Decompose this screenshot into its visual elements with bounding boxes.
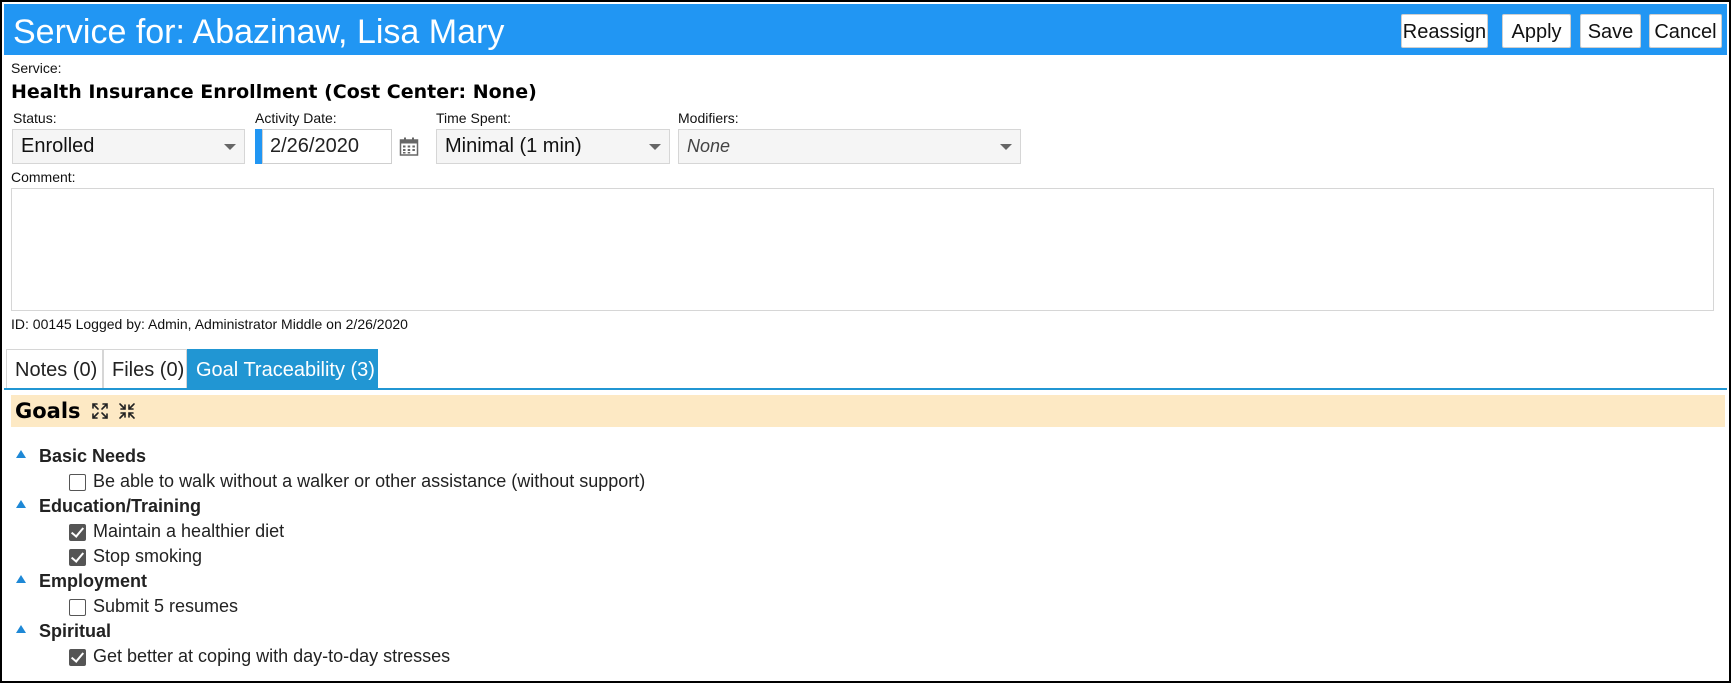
tab-underline: [4, 388, 1727, 390]
service-label: Service:: [11, 60, 62, 76]
status-value: Enrolled: [21, 135, 95, 157]
required-indicator: [255, 129, 262, 164]
goal-label: Get better at coping with day-to-day str…: [93, 646, 451, 666]
goal-checkbox[interactable]: [69, 599, 86, 616]
reassign-button[interactable]: Reassign: [1401, 14, 1488, 48]
tab-files[interactable]: Files (0): [103, 349, 187, 389]
goal-checkbox[interactable]: [69, 549, 86, 566]
goal-checkbox[interactable]: [69, 649, 86, 666]
time-spent-dropdown[interactable]: Minimal (1 min): [436, 129, 670, 164]
service-name: Health Insurance Enrollment (Cost Center…: [11, 81, 537, 103]
tab-goal-traceability[interactable]: Goal Traceability (3): [187, 349, 378, 389]
goal-category: Education/Training: [39, 496, 202, 516]
apply-button[interactable]: Apply: [1502, 14, 1571, 48]
chevron-down-icon: [1000, 144, 1012, 150]
tab-notes[interactable]: Notes (0): [6, 349, 103, 389]
log-info: ID: 00145 Logged by: Admin, Administrato…: [11, 316, 408, 332]
goal-label: Maintain a healthier diet: [93, 521, 285, 541]
activity-date-label: Activity Date:: [255, 110, 337, 126]
activity-date-input[interactable]: 2/26/2020: [262, 129, 392, 164]
time-spent-label: Time Spent:: [436, 110, 511, 126]
goal-checkbox[interactable]: [69, 524, 86, 541]
goal-label: Stop smoking: [93, 546, 203, 566]
status-dropdown[interactable]: Enrolled: [12, 129, 245, 164]
goal-checkbox[interactable]: [69, 474, 86, 491]
page-title: Service for: Abazinaw, Lisa Mary: [13, 13, 505, 51]
goal-label: Submit 5 resumes: [93, 596, 239, 616]
goals-title: Goals: [15, 399, 81, 423]
tree-expanded-icon[interactable]: [16, 500, 26, 508]
goal-label: Be able to walk without a walker or othe…: [93, 471, 646, 491]
collapse-all-icon[interactable]: [118, 402, 136, 420]
goal-category: Spiritual: [39, 621, 112, 641]
goal-category: Basic Needs: [39, 446, 147, 466]
title-bar: Service for: Abazinaw, Lisa Mary Reassig…: [4, 4, 1727, 55]
goals-header: Goals: [11, 395, 1725, 427]
service-dialog: Service for: Abazinaw, Lisa Mary Reassig…: [0, 0, 1731, 683]
tree-expanded-icon[interactable]: [16, 625, 26, 633]
expand-all-icon[interactable]: [91, 402, 109, 420]
modifiers-dropdown[interactable]: None: [678, 129, 1021, 164]
tree-expanded-icon[interactable]: [16, 450, 26, 458]
chevron-down-icon: [224, 144, 236, 150]
modifiers-label: Modifiers:: [678, 110, 739, 126]
save-button[interactable]: Save: [1580, 14, 1641, 48]
modifiers-value: None: [687, 136, 731, 156]
goal-category: Employment: [39, 571, 148, 591]
calendar-icon[interactable]: [399, 137, 419, 157]
comment-label: Comment:: [11, 169, 76, 185]
status-label: Status:: [13, 110, 57, 126]
comment-textarea[interactable]: [11, 188, 1714, 311]
chevron-down-icon: [649, 144, 661, 150]
cancel-button[interactable]: Cancel: [1649, 14, 1722, 48]
tree-expanded-icon[interactable]: [16, 575, 26, 583]
time-spent-value: Minimal (1 min): [445, 135, 582, 157]
